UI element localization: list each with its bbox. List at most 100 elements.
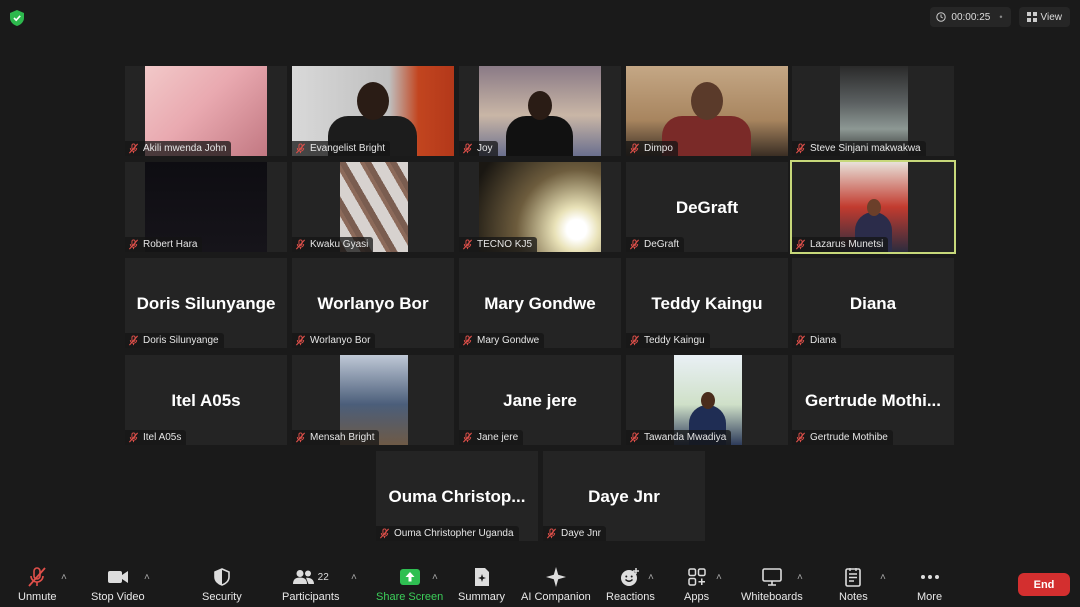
participant-nameplate: Lazarus Munetsi [792,237,889,252]
participant-tile[interactable]: Gertrude Mothi... Gertrude Mothibe [792,355,954,445]
participant-tile[interactable]: Mensah Bright [292,355,454,445]
participant-name: Daye Jnr [561,528,602,539]
notes-button[interactable]: Notes [839,566,868,603]
participants-options-caret[interactable]: ˄ [351,572,357,583]
video-options-caret[interactable]: ˄ [144,572,150,583]
participant-tile[interactable]: Dimpo [626,66,788,156]
participant-tile[interactable]: Steve Sinjani makwakwa [792,66,954,156]
muted-mic-icon [462,432,473,443]
participant-tile[interactable]: Jane jere Jane jere [459,355,621,445]
clock-icon [936,12,947,22]
stop-video-label: Stop Video [91,591,145,603]
participant-nameplate: Teddy Kaingu [626,333,710,348]
participant-tile[interactable]: Evangelist Bright [292,66,454,156]
participant-tile[interactable]: Tawanda Mwadiya [626,355,788,445]
muted-mic-icon [795,143,806,154]
participant-name: Doris Silunyange [143,335,219,346]
reactions-options-caret[interactable]: ˄ [648,572,654,583]
muted-mic-icon [128,432,139,443]
participants-icon [292,570,314,584]
shield-icon [214,568,230,586]
participant-nameplate: Jane jere [459,430,524,445]
participant-display-name: Mary Gondwe [484,294,596,313]
participant-name: Mensah Bright [310,432,375,443]
participant-tile[interactable]: DeGraft DeGraft [626,162,788,252]
participant-nameplate: Tawanda Mwadiya [626,430,732,445]
participant-tile[interactable]: Ouma Christop... Ouma Christopher Uganda [376,451,538,541]
participant-display-name: Teddy Kaingu [651,294,763,313]
more-button[interactable]: More [917,566,942,603]
participant-nameplate: Kwaku Gyasi [292,237,374,252]
more-label: More [917,591,943,603]
apps-label: Apps [684,591,710,603]
participant-name: Jane jere [477,432,519,443]
video-camera-icon [107,571,128,583]
participant-name: Itel A05s [143,432,182,443]
participants-button[interactable]: 22 Participants [282,566,339,603]
participant-name: Evangelist Bright [310,143,386,154]
muted-mic-icon [795,432,806,443]
whiteboards-button[interactable]: Whiteboards [741,566,803,603]
end-meeting-button[interactable]: End [1018,573,1070,596]
participant-tile[interactable]: Itel A05s Itel A05s [125,355,287,445]
whiteboard-icon [762,568,782,586]
notes-icon [845,568,862,587]
participant-display-name: Daye Jnr [588,487,660,506]
participant-name: Dimpo [644,143,673,154]
participant-display-name: DeGraft [675,198,739,217]
participant-name: TECNO KJ5 [477,239,533,250]
muted-mic-icon [462,335,473,346]
summary-button[interactable]: Summary [458,566,505,603]
grid-icon [1026,12,1037,22]
apps-options-caret[interactable]: ˄ [716,572,722,583]
muted-mic-icon [629,335,640,346]
participant-tile[interactable]: Worlanyo Bor Worlanyo Bor [292,258,454,348]
unmute-button[interactable]: Unmute [18,566,57,603]
unmute-options-caret[interactable]: ˄ [61,572,67,583]
stop-video-button[interactable]: Stop Video [91,566,145,603]
participant-tile[interactable]: Daye Jnr Daye Jnr [543,451,705,541]
participant-nameplate: DeGraft [626,237,685,252]
apps-button[interactable]: Apps [684,566,709,603]
ai-companion-label: AI Companion [521,591,591,603]
participant-tile[interactable]: Joy [459,66,621,156]
meeting-timer[interactable]: 00:00:25 • [930,7,1011,27]
participant-tile[interactable]: Kwaku Gyasi [292,162,454,252]
participant-tile[interactable]: TECNO KJ5 [459,162,621,252]
participant-display-name: Doris Silunyange [136,294,276,313]
notes-options-caret[interactable]: ˄ [880,572,886,583]
participant-nameplate: Itel A05s [125,430,187,445]
participant-tile[interactable]: Mary Gondwe Mary Gondwe [459,258,621,348]
whiteboards-options-caret[interactable]: ˄ [797,572,803,583]
participant-name: Joy [477,143,493,154]
muted-mic-icon [128,335,139,346]
muted-mic-icon [629,432,640,443]
participant-name: Mary Gondwe [477,335,540,346]
participant-nameplate: Akili mwenda John [125,141,232,156]
share-screen-icon [399,569,420,585]
participant-nameplate: Robert Hara [125,237,203,252]
whiteboards-label: Whiteboards [741,591,803,603]
participant-tile[interactable]: Lazarus Munetsi [790,160,956,254]
participant-name: Robert Hara [143,239,198,250]
ai-companion-button[interactable]: AI Companion [521,566,591,603]
notes-label: Notes [839,591,868,603]
participant-name: Akili mwenda John [143,143,227,154]
view-button[interactable]: View [1018,7,1070,27]
security-button[interactable]: Security [202,566,242,603]
participant-nameplate: Daye Jnr [543,526,607,541]
participant-tile[interactable]: Robert Hara [125,162,287,252]
participant-nameplate: Doris Silunyange [125,333,224,348]
view-label: View [1040,11,1063,23]
security-shield-icon[interactable] [10,10,24,26]
reactions-emoji-icon [621,568,640,586]
muted-mic-icon [128,239,139,250]
participant-display-name: Itel A05s [171,391,241,410]
participant-tile[interactable]: Diana Diana [792,258,954,348]
participant-tile[interactable]: Doris Silunyange Doris Silunyange [125,258,287,348]
muted-mic-icon [546,528,557,539]
participant-name: Diana [810,335,837,346]
participant-tile[interactable]: Akili mwenda John [125,66,287,156]
participant-tile[interactable]: Teddy Kaingu Teddy Kaingu [626,258,788,348]
share-options-caret[interactable]: ˄ [432,572,438,583]
